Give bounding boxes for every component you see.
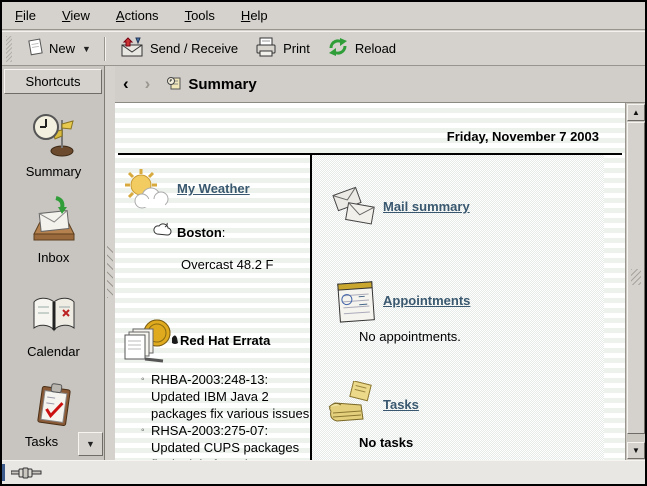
calendar-shortcut-icon xyxy=(29,294,79,341)
appointments-status: No appointments. xyxy=(359,329,461,344)
menu-help-key: H xyxy=(241,8,250,23)
main-pane: ‹ › Summary Friday, November 7 2003 My W… xyxy=(115,66,645,460)
new-button-label: New xyxy=(49,41,75,56)
splitter-grip xyxy=(107,246,113,298)
status-accent xyxy=(2,464,5,481)
send-receive-icon xyxy=(119,36,145,61)
sidebar-item-tasks-label: Tasks xyxy=(2,434,81,449)
evolution-window: File View Actions Tools Help New ▼ Send … xyxy=(0,0,647,486)
shortcuts-group-button[interactable]: Shortcuts xyxy=(4,69,102,94)
summary-shortcut-icon xyxy=(31,112,77,161)
shortcuts-sidebar: Shortcuts Summary Inbox Calendar Tasks xyxy=(2,66,105,460)
red-hat-glyph-icon xyxy=(171,333,179,348)
online-status-icon[interactable] xyxy=(11,467,45,482)
weather-report: Overcast 48.2 F xyxy=(181,257,273,272)
summary-view-icon xyxy=(166,75,182,94)
sidebar-item-inbox-label: Inbox xyxy=(2,250,105,265)
reload-button[interactable]: Reload xyxy=(318,32,404,65)
send-receive-button[interactable]: Send / Receive xyxy=(111,32,246,65)
scroll-down-icon: ▼ xyxy=(632,446,640,455)
vertical-scrollbar[interactable]: ▲ ▼ xyxy=(625,103,645,460)
mail-summary-icon xyxy=(329,183,379,232)
bullet-icon: ◦ xyxy=(141,422,151,460)
sidebar-overflow-chevron-icon: ▼ xyxy=(86,439,95,449)
print-button[interactable]: Print xyxy=(246,32,318,65)
appointments-icon xyxy=(333,277,379,328)
errata-title-row: Red Hat Errata xyxy=(171,333,270,348)
menu-tools-rest: ools xyxy=(191,8,215,23)
sidebar-item-calendar[interactable]: Calendar xyxy=(2,294,105,359)
sidebar-item-summary[interactable]: Summary xyxy=(2,112,105,179)
weather-location-suffix: : xyxy=(222,225,226,240)
scroll-down-button[interactable]: ▼ xyxy=(627,442,645,459)
tasks-link[interactable]: Tasks xyxy=(383,397,419,412)
menu-file[interactable]: File xyxy=(2,2,49,29)
errata-list: ◦RHBA-2003:248-13: Updated IBM Java 2 pa… xyxy=(141,371,315,460)
menu-view[interactable]: View xyxy=(49,2,103,29)
errata-item-text: RHBA-2003:248-13: Updated IBM Java 2 pac… xyxy=(151,371,315,422)
sidebar-item-summary-label: Summary xyxy=(2,164,105,179)
new-dropdown-chevron-icon[interactable]: ▼ xyxy=(82,44,91,54)
my-weather-link[interactable]: My Weather xyxy=(177,181,250,196)
summary-content: Friday, November 7 2003 My Weather Bosto… xyxy=(115,103,625,460)
appointments-link[interactable]: Appointments xyxy=(383,293,470,308)
sidebar-item-inbox[interactable]: Inbox xyxy=(2,194,105,265)
errata-item: ◦RHSA-2003:275-07: Updated CUPS packages… xyxy=(141,422,315,460)
bullet-icon: ◦ xyxy=(141,371,151,422)
new-button[interactable]: New ▼ xyxy=(18,33,99,64)
menu-file-key: F xyxy=(15,8,23,23)
menu-help-rest: elp xyxy=(250,8,267,23)
sidebar-overflow-button[interactable]: ▼ xyxy=(78,432,103,456)
toolbar: New ▼ Send / Receive Print Reload xyxy=(2,31,645,66)
scrollbar-thumb-grip xyxy=(631,269,641,285)
date-divider xyxy=(118,153,622,155)
errata-item: ◦RHBA-2003:248-13: Updated IBM Java 2 pa… xyxy=(141,371,315,422)
inbox-shortcut-icon xyxy=(30,194,78,247)
errata-icon xyxy=(119,317,175,372)
weather-location-line: Boston: xyxy=(177,225,225,240)
sidebar-item-calendar-label: Calendar xyxy=(2,344,105,359)
menubar: File View Actions Tools Help xyxy=(2,2,645,30)
mail-summary-link[interactable]: Mail summary xyxy=(383,199,470,214)
toolbar-grip[interactable] xyxy=(6,36,12,62)
pane-splitter[interactable] xyxy=(106,66,115,460)
menu-help[interactable]: Help xyxy=(228,2,281,29)
menu-file-rest: ile xyxy=(23,8,36,23)
back-button[interactable]: ‹ xyxy=(115,67,137,101)
toolbar-separator xyxy=(104,37,106,61)
tasks-summary-icon xyxy=(325,381,377,432)
status-bar xyxy=(2,460,645,484)
menu-tools[interactable]: Tools xyxy=(172,2,228,29)
errata-item-text: RHSA-2003:275-07: Updated CUPS packages … xyxy=(151,422,315,460)
summary-date: Friday, November 7 2003 xyxy=(447,129,599,144)
view-header: ‹ › Summary xyxy=(115,66,645,103)
menu-actions-key: A xyxy=(116,8,125,23)
tasks-shortcut-icon xyxy=(32,380,76,431)
weather-icon xyxy=(121,165,173,220)
tasks-status: No tasks xyxy=(359,435,413,450)
menu-actions[interactable]: Actions xyxy=(103,2,172,29)
reload-label: Reload xyxy=(355,41,396,56)
scrollbar-thumb[interactable] xyxy=(627,122,645,434)
weather-location: Boston xyxy=(177,225,222,240)
view-title: Summary xyxy=(188,76,256,93)
errata-title: Red Hat Errata xyxy=(180,333,270,348)
new-document-icon xyxy=(26,37,44,60)
scroll-up-icon: ▲ xyxy=(632,108,640,117)
weather-condition-icon xyxy=(151,221,173,242)
print-icon xyxy=(254,36,278,61)
forward-button[interactable]: › xyxy=(137,67,159,101)
scroll-up-button[interactable]: ▲ xyxy=(627,104,645,121)
reload-icon xyxy=(326,36,350,61)
menu-actions-rest: ctions xyxy=(125,8,159,23)
print-label: Print xyxy=(283,41,310,56)
menu-view-rest: iew xyxy=(70,8,90,23)
send-receive-label: Send / Receive xyxy=(150,41,238,56)
